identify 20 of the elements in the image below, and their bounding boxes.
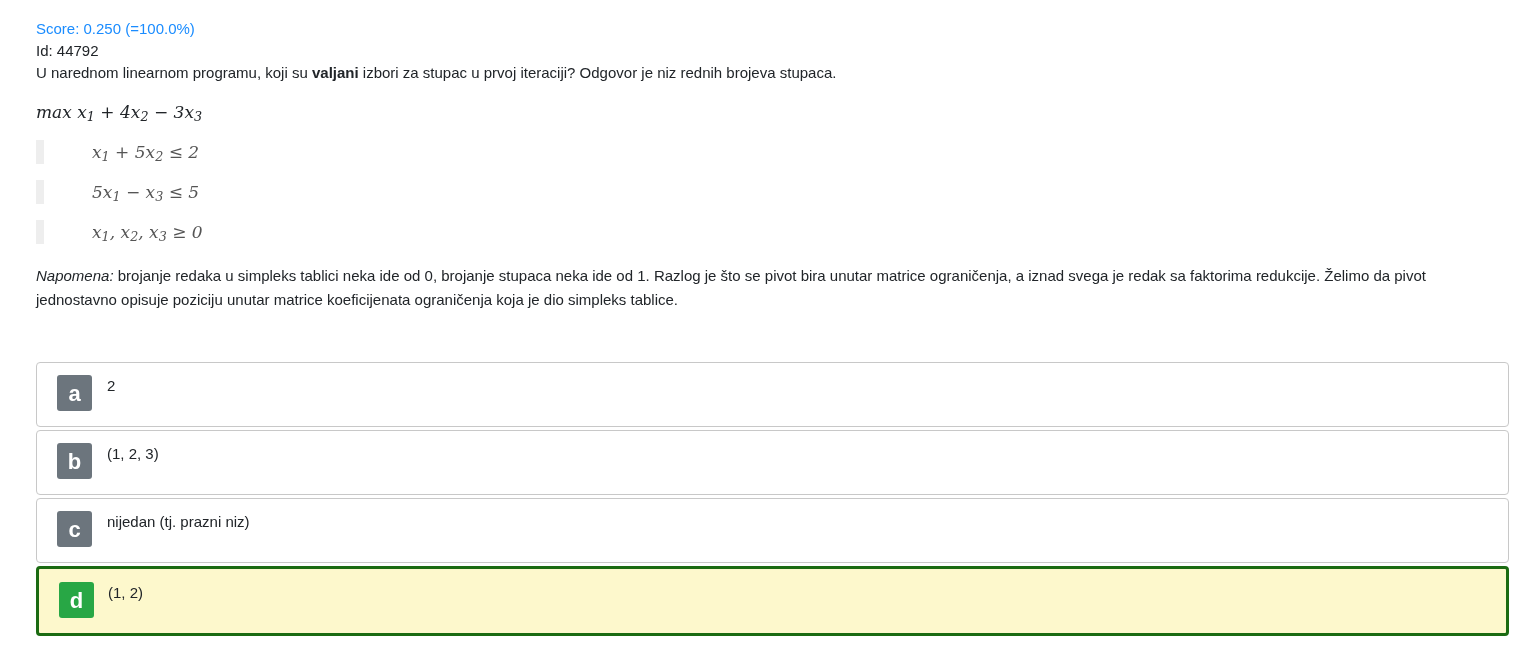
answer-option[interactable]: c nijedan (tj. prazni niz) xyxy=(36,498,1509,563)
option-text: (1, 2) xyxy=(108,583,143,603)
option-letter: c xyxy=(57,511,92,547)
option-letter: a xyxy=(57,375,92,411)
answer-option[interactable]: d (1, 2) xyxy=(36,566,1509,636)
constraint-formula: x$_{1}$, x$_{2}$, x$_{3}$ ≥ 0 xyxy=(92,221,203,244)
question-text: U narednom linearnom programu, koji su valjani izbori za stupac u prvoj iteraciji? Odgovor je niz rednih brojeva stupaca. xyxy=(36,63,838,83)
option-letter: d xyxy=(59,582,94,618)
option-text: nijedan (tj. prazni niz) xyxy=(107,512,250,532)
objective-formula: max x$_{1}$ + 4x$_{2}$ − 3x$_{3}$ xyxy=(36,101,203,124)
note-text: Napomena: brojanje redaka u simpleks tablici neka ide od 0, brojanje stupaca neka ide od 1. Razlog je što se pivot bira unutar matrice ograničenja, a iznad svega je redak sa faktorima redukcije. Želimo da pivot jednostavno opisuje poziciju unutar matrice koeficijenata ograničenja koja je dio simpleks tablice. xyxy=(36,266,1427,310)
answer-option[interactable]: a 2 xyxy=(36,362,1509,427)
option-text: 2 xyxy=(107,376,116,396)
option-text: (1, 2, 3) xyxy=(107,444,159,464)
question-id: Id: 44792 xyxy=(36,41,100,61)
constraint-formula: 5x$_{1}$ − x$_{3}$ ≤ 5 xyxy=(92,181,200,204)
score-text: Score: 0.250 (=100.0%) xyxy=(36,19,196,39)
constraint-formula: x$_{1}$ + 5x$_{2}$ ≤ 2 xyxy=(92,141,200,164)
answer-option[interactable]: b (1, 2, 3) xyxy=(36,430,1509,495)
option-letter: b xyxy=(57,443,92,479)
